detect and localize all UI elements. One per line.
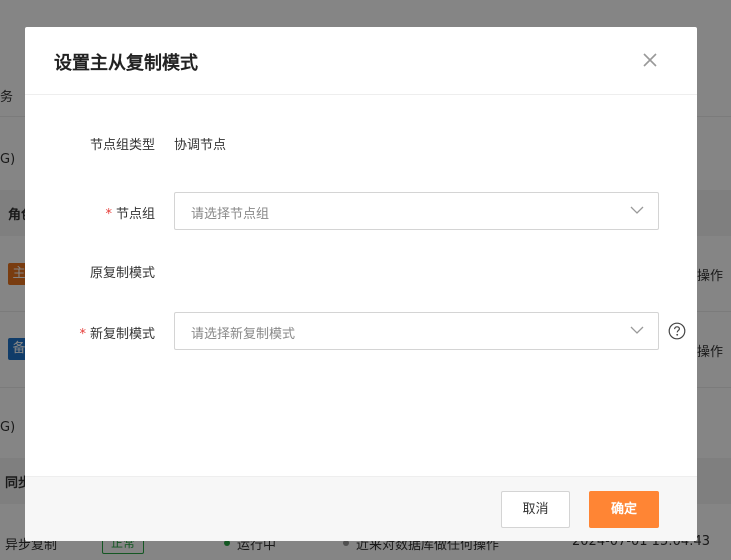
node-group-type-value: 协调节点 [174, 138, 227, 153]
close-icon [643, 53, 657, 67]
new-mode-select[interactable]: 请选择新复制模式 [174, 312, 659, 350]
new-mode-label: * 新复制模式 [79, 327, 155, 342]
cancel-button[interactable]: 取消 [501, 491, 570, 528]
help-icon[interactable] [668, 322, 686, 340]
chevron-down-icon [630, 206, 644, 214]
replication-mode-dialog: 设置主从复制模式 节点组类型 协调节点 * 节点组 请选择节点组 原复制模式 *… [25, 27, 697, 541]
question-circle-icon [668, 322, 686, 340]
close-button[interactable] [641, 51, 659, 69]
required-mark: * [79, 327, 86, 342]
node-group-select[interactable]: 请选择节点组 [174, 192, 659, 230]
confirm-button[interactable]: 确定 [589, 491, 659, 528]
node-group-label: * 节点组 [105, 207, 155, 222]
required-mark: * [105, 207, 112, 222]
dialog-title: 设置主从复制模式 [54, 53, 198, 74]
dialog-header: 设置主从复制模式 [25, 27, 697, 95]
original-mode-label: 原复制模式 [89, 266, 155, 281]
node-group-type-label: 节点组类型 [89, 138, 155, 153]
dialog-footer: 取消 确定 [25, 476, 697, 541]
node-group-placeholder: 请选择节点组 [191, 207, 270, 222]
new-mode-placeholder: 请选择新复制模式 [191, 327, 296, 342]
chevron-down-icon [630, 326, 644, 334]
